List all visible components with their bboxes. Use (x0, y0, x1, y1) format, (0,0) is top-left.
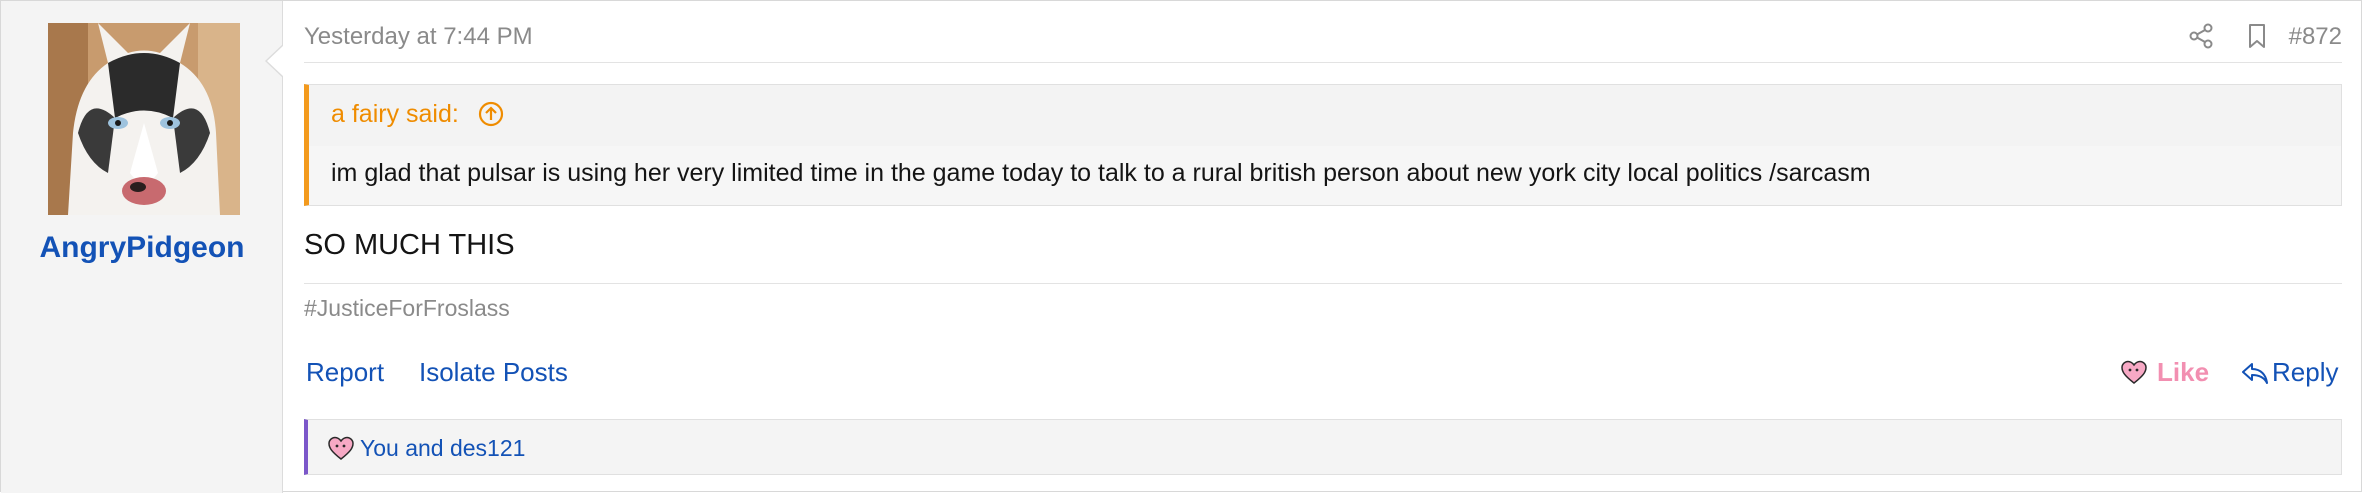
quote-text: im glad that pulsar is using her very li… (331, 159, 1871, 187)
reactions-list-link[interactable]: You and des121 (360, 435, 525, 462)
post-signature: #JusticeForFroslass (304, 295, 510, 321)
post-message: SO MUCH THIS (304, 229, 515, 261)
bookmark-icon[interactable] (2242, 21, 2272, 51)
reactions-bar: You and des121 (304, 419, 2342, 475)
reply-label: Reply (2272, 357, 2339, 387)
signature-divider (304, 283, 2342, 284)
username-link[interactable]: AngryPidgeon (1, 231, 283, 265)
quote-block: a fairy said: im glad that pulsar is usi… (304, 84, 2342, 206)
post-pointer (267, 45, 284, 77)
share-icon[interactable] (2186, 21, 2216, 51)
isolate-posts-link[interactable]: Isolate Posts (419, 357, 568, 388)
user-info-panel: AngryPidgeon (1, 1, 284, 493)
husky-avatar-image (48, 23, 240, 215)
forum-post: AngryPidgeon Yesterday at 7:44 PM #872 a… (0, 0, 2362, 493)
heart-icon (2121, 360, 2147, 384)
post-number-link[interactable]: #872 (2289, 23, 2342, 51)
reply-arrow-icon (2242, 363, 2268, 384)
post-timestamp[interactable]: Yesterday at 7:44 PM (304, 23, 533, 51)
like-label: Like (2157, 357, 2210, 387)
arrow-up-circle-icon[interactable] (477, 100, 505, 128)
quote-header: a fairy said: (309, 85, 2341, 146)
report-link[interactable]: Report (306, 357, 384, 388)
quote-author-link[interactable]: a fairy said: (331, 100, 459, 129)
post-header: Yesterday at 7:44 PM #872 (304, 1, 2342, 63)
post-main: Yesterday at 7:44 PM #872 a fairy said: (284, 1, 2362, 493)
user-avatar[interactable] (48, 23, 240, 215)
heart-reaction-icon (328, 436, 354, 460)
